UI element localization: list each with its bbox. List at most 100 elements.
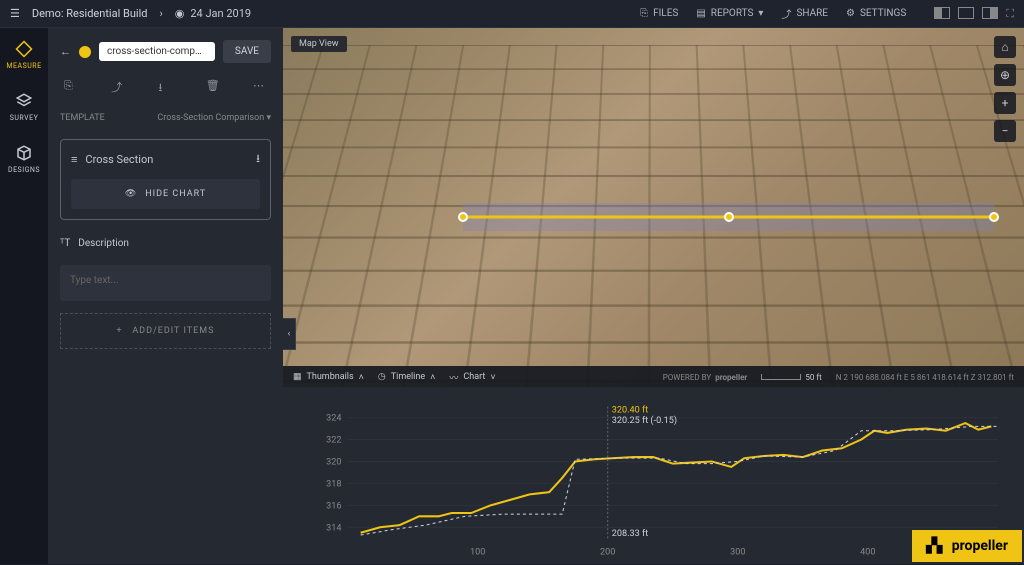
svg-text:316: 316: [326, 501, 341, 511]
project-name[interactable]: Demo: Residential Build: [32, 7, 148, 20]
svg-text:320: 320: [326, 457, 341, 467]
nav-designs-label: DESIGNS: [8, 166, 40, 174]
files-icon: ⎘: [640, 8, 648, 19]
collapse-sidebar-icon[interactable]: ‹: [283, 318, 296, 350]
svg-text:324: 324: [326, 414, 341, 424]
left-nav: MEASURE SURVEY DESIGNS: [0, 28, 48, 564]
powered-brand: propeller: [715, 373, 747, 382]
chart-label: Chart: [463, 372, 485, 382]
download-icon[interactable]: ⭳: [159, 79, 173, 93]
chevron-up-icon: ˄: [359, 372, 364, 383]
reports-button[interactable]: ▤ REPORTS ▾: [696, 8, 763, 19]
map-3d-view[interactable]: Map View ⌂ ⊕ + − ‹: [283, 28, 1024, 387]
timeline-label: Timeline: [391, 372, 425, 382]
share-button[interactable]: ⤴ SHARE: [781, 6, 828, 21]
menu-icon[interactable]: ☰: [10, 7, 20, 20]
scale-label: 50 ft: [805, 373, 821, 382]
svg-text:314: 314: [326, 523, 341, 533]
more-icon[interactable]: ⋯: [253, 79, 267, 93]
propeller-logo: ▞▖ propeller: [912, 530, 1022, 562]
svg-text:400: 400: [860, 547, 875, 557]
cross-section-overlay[interactable]: [463, 203, 994, 231]
hide-chart-label: HIDE CHART: [145, 189, 206, 199]
add-edit-button[interactable]: + ADD/EDIT ITEMS: [60, 313, 271, 349]
gear-icon: ⚙: [846, 8, 855, 19]
svg-text:200: 200: [600, 547, 615, 557]
compass-icon[interactable]: ⊕: [994, 64, 1016, 86]
nav-survey[interactable]: SURVEY: [10, 92, 39, 122]
viewport: Map View ⌂ ⊕ + − ‹ ▦ Thumbnails ˄ ◷: [283, 28, 1024, 564]
chart-toggle[interactable]: 〰 Chart ˅: [449, 371, 495, 384]
files-button[interactable]: ⎘ FILES: [640, 8, 678, 19]
chevron-right-icon[interactable]: ›: [159, 7, 162, 20]
chevron-down-icon: ▾: [758, 8, 763, 19]
nav-designs[interactable]: DESIGNS: [8, 144, 40, 174]
thumbnails-toggle[interactable]: ▦ Thumbnails ˄: [293, 372, 364, 383]
copy-icon[interactable]: ⎘: [64, 79, 78, 93]
chart-icon: 〰: [449, 371, 458, 384]
measurement-color-dot[interactable]: [79, 46, 91, 58]
cs-handle-start[interactable]: [458, 212, 468, 222]
map-view-chip[interactable]: Map View: [291, 36, 347, 52]
drag-handle-icon[interactable]: ≡: [71, 153, 77, 166]
share-icon[interactable]: ⤴: [111, 79, 125, 93]
timeline-toggle[interactable]: ◷ Timeline ˄: [378, 372, 435, 383]
svg-text:320.25 ft (-0.15): 320.25 ft (-0.15): [612, 415, 677, 426]
chevron-up-icon: ˄: [430, 372, 435, 383]
cs-handle-end[interactable]: [989, 212, 999, 222]
template-label: TEMPLATE: [60, 113, 105, 123]
svg-text:318: 318: [326, 479, 341, 489]
powered-by-label: POWERED BY: [663, 373, 711, 382]
chevron-down-icon: ˅: [490, 372, 495, 383]
layout-split-icon[interactable]: [958, 7, 974, 19]
trash-icon[interactable]: 🗑: [206, 79, 220, 93]
add-edit-label: ADD/EDIT ITEMS: [132, 326, 214, 336]
nav-measure[interactable]: MEASURE: [6, 40, 41, 70]
reports-label: REPORTS: [711, 8, 754, 19]
back-icon[interactable]: ←: [60, 45, 71, 58]
fullscreen-icon[interactable]: ⛶: [1006, 7, 1014, 21]
zoom-out-icon[interactable]: −: [994, 120, 1016, 142]
chart-panel: 314316318320322324100200300400500320.40 …: [283, 387, 1024, 564]
layout-switcher: ⛶: [934, 7, 1014, 21]
svg-text:320.40 ft: 320.40 ft: [612, 406, 648, 416]
files-label: FILES: [653, 8, 678, 19]
layout-left-icon[interactable]: [934, 7, 950, 19]
template-value: Cross-Section Comparison: [157, 113, 264, 123]
home-icon[interactable]: ⌂: [994, 36, 1016, 58]
layout-right-icon[interactable]: [982, 7, 998, 19]
settings-label: SETTINGS: [860, 8, 906, 19]
template-dropdown[interactable]: Cross-Section Comparison ▾: [157, 113, 271, 123]
sidebar: ← cross-section-compa... SAVE ⎘ ⤴ ⭳ 🗑 ⋯ …: [48, 28, 283, 564]
date-label: 24 Jan 2019: [190, 7, 251, 20]
cross-section-chart[interactable]: 314316318320322324100200300400500320.40 …: [299, 397, 1008, 562]
sidebar-toolbar: ⎘ ⤴ ⭳ 🗑 ⋯: [60, 71, 271, 101]
nav-survey-label: SURVEY: [10, 114, 39, 122]
share-label: SHARE: [796, 8, 828, 19]
coordinates: N 2 190 688.084 ft E 5 861 418.614 ft Z …: [836, 373, 1014, 382]
hide-chart-button[interactable]: 👁 HIDE CHART: [71, 179, 260, 209]
svg-text:322: 322: [326, 436, 341, 446]
cube-icon: [15, 144, 33, 162]
section-title: Cross Section: [85, 153, 248, 166]
zoom-in-icon[interactable]: +: [994, 92, 1016, 114]
date-chip[interactable]: ◉ 24 Jan 2019: [175, 7, 251, 20]
settings-button[interactable]: ⚙ SETTINGS: [846, 8, 906, 19]
eye-off-icon: 👁: [125, 189, 137, 199]
powered-by: POWERED BY propeller: [663, 373, 748, 382]
description-label: Description: [78, 238, 129, 249]
svg-text:300: 300: [730, 547, 745, 557]
description-input[interactable]: Type text...: [60, 265, 271, 301]
measurement-name-input[interactable]: cross-section-compa...: [99, 42, 215, 61]
cs-handle-mid[interactable]: [724, 212, 734, 222]
scale-bar: [761, 374, 801, 380]
map-controls: ⌂ ⊕ + −: [994, 36, 1016, 142]
layers-icon: [15, 92, 33, 110]
grid-icon: ▦: [293, 372, 302, 382]
cross-section-card: ≡ Cross Section ⭳ 👁 HIDE CHART: [60, 139, 271, 220]
save-button[interactable]: SAVE: [223, 40, 271, 63]
plus-icon: +: [117, 326, 123, 336]
svg-text:100: 100: [470, 547, 485, 557]
download-section-icon[interactable]: ⭳: [256, 150, 260, 169]
globe-icon: ◉: [175, 7, 185, 20]
